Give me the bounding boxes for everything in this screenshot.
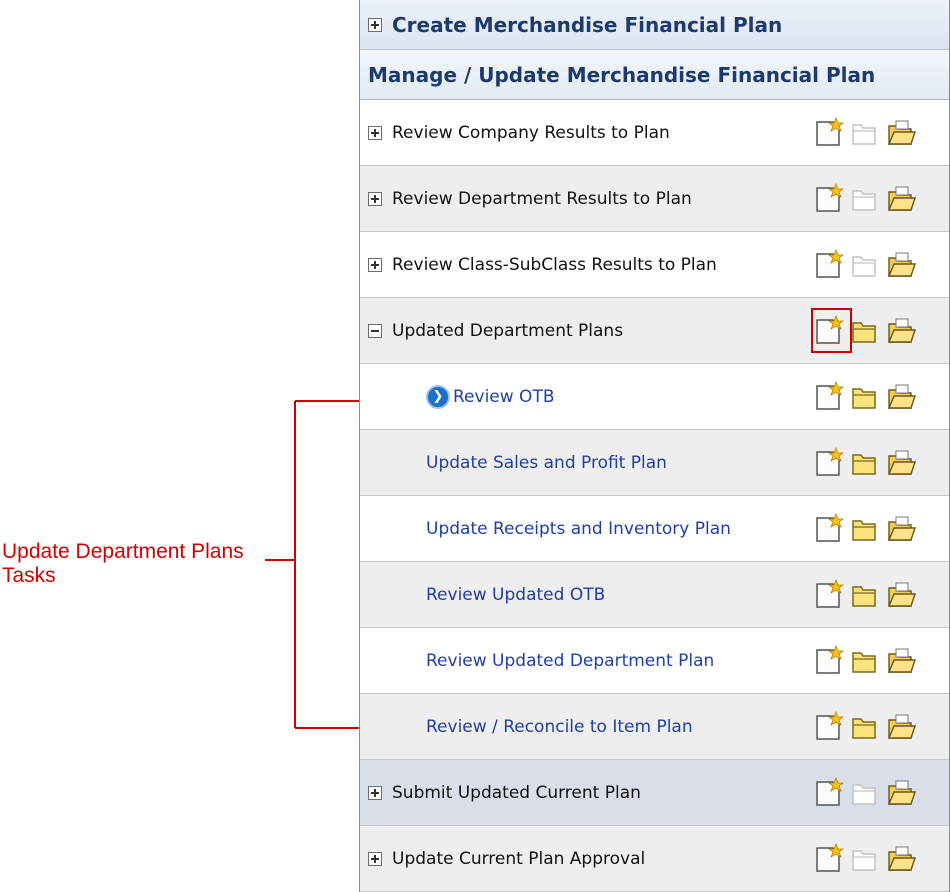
new-workbook-icon[interactable] <box>812 381 844 413</box>
step-row[interactable]: Review Department Results to Plan <box>360 166 949 232</box>
open-workbook-icon[interactable] <box>849 315 881 347</box>
task-link[interactable]: Update Sales and Profit Plan <box>426 453 667 473</box>
step-row[interactable]: Review Class-SubClass Results to Plan <box>360 232 949 298</box>
section-title: Manage / Update Merchandise Financial Pl… <box>368 62 876 87</box>
task-row[interactable]: Review / Reconcile to Item Plan <box>360 694 949 760</box>
open-workbook-icon[interactable] <box>849 513 881 545</box>
step-label: Updated Department Plans <box>392 320 624 341</box>
open-folder-icon[interactable] <box>886 117 918 149</box>
row-actions <box>812 117 918 149</box>
new-workbook-icon[interactable] <box>812 447 844 479</box>
new-workbook-icon[interactable] <box>812 513 844 545</box>
step-label: Review Class-SubClass Results to Plan <box>392 254 717 275</box>
open-workbook-icon <box>849 249 881 281</box>
expand-icon[interactable] <box>368 191 382 206</box>
new-workbook-icon[interactable] <box>812 645 844 677</box>
task-link[interactable]: Review OTB <box>453 387 555 407</box>
open-workbook-icon <box>849 843 881 875</box>
row-actions <box>812 183 918 215</box>
expand-icon[interactable] <box>368 785 382 800</box>
task-link[interactable]: Update Receipts and Inventory Plan <box>426 519 731 539</box>
open-workbook-icon[interactable] <box>849 447 881 479</box>
task-list: Review Company Results to Plan Review Dep… <box>360 100 949 892</box>
step-label: Review Company Results to Plan <box>392 122 670 143</box>
open-folder-icon[interactable] <box>886 513 918 545</box>
open-folder-icon[interactable] <box>886 249 918 281</box>
step-label: Update Current Plan Approval <box>392 848 646 869</box>
section-title: Create Merchandise Financial Plan <box>392 12 783 37</box>
callout-label: Update Department Plans Tasks <box>2 540 244 587</box>
new-workbook-icon[interactable] <box>812 579 844 611</box>
task-row[interactable]: Update Receipts and Inventory Plan <box>360 496 949 562</box>
highlight-box <box>811 308 852 353</box>
task-link[interactable]: Review Updated OTB <box>426 585 605 605</box>
new-workbook-icon[interactable] <box>812 711 844 743</box>
callout-bracket <box>265 400 398 729</box>
step-row[interactable]: Submit Updated Current Plan <box>360 760 949 826</box>
task-row[interactable]: ❯ Review OTB <box>360 364 949 430</box>
section-create-plan[interactable]: Create Merchandise Financial Plan <box>360 0 949 50</box>
open-folder-icon[interactable] <box>886 315 918 347</box>
open-folder-icon[interactable] <box>886 447 918 479</box>
task-row[interactable]: Update Sales and Profit Plan <box>360 430 949 496</box>
task-panel: Create Merchandise Financial Plan Manage… <box>359 0 950 892</box>
row-actions <box>812 843 918 875</box>
row-actions <box>812 645 918 677</box>
new-workbook-icon[interactable] <box>812 843 844 875</box>
open-folder-icon[interactable] <box>886 183 918 215</box>
step-row[interactable]: Review Company Results to Plan <box>360 100 949 166</box>
open-workbook-icon <box>849 117 881 149</box>
row-actions <box>812 579 918 611</box>
row-actions <box>812 513 918 545</box>
task-row[interactable]: Review Updated Department Plan <box>360 628 949 694</box>
new-workbook-icon[interactable] <box>812 117 844 149</box>
expand-icon[interactable] <box>368 125 382 140</box>
section-manage-plan[interactable]: Manage / Update Merchandise Financial Pl… <box>360 50 949 100</box>
open-workbook-icon <box>849 777 881 809</box>
open-workbook-icon[interactable] <box>849 645 881 677</box>
step-label: Review Department Results to Plan <box>392 188 692 209</box>
collapse-icon[interactable] <box>368 323 382 338</box>
task-link[interactable]: Review / Reconcile to Item Plan <box>426 717 693 737</box>
open-folder-icon[interactable] <box>886 579 918 611</box>
task-row[interactable]: Review Updated OTB <box>360 562 949 628</box>
expand-icon[interactable] <box>368 851 382 866</box>
step-label: Submit Updated Current Plan <box>392 782 641 803</box>
task-link[interactable]: Review Updated Department Plan <box>426 651 714 671</box>
new-workbook-icon[interactable] <box>812 249 844 281</box>
row-actions <box>812 711 918 743</box>
step-row[interactable]: Updated Department Plans <box>360 298 949 364</box>
open-workbook-icon[interactable] <box>849 381 881 413</box>
expand-icon[interactable] <box>368 257 382 272</box>
open-workbook-icon[interactable] <box>849 711 881 743</box>
step-row[interactable]: Update Current Plan Approval <box>360 826 949 892</box>
open-folder-icon[interactable] <box>886 645 918 677</box>
open-folder-icon[interactable] <box>886 381 918 413</box>
row-actions <box>812 249 918 281</box>
row-actions <box>812 447 918 479</box>
open-folder-icon[interactable] <box>886 843 918 875</box>
new-workbook-icon[interactable] <box>812 777 844 809</box>
new-workbook-icon[interactable] <box>812 183 844 215</box>
open-folder-icon[interactable] <box>886 711 918 743</box>
open-folder-icon[interactable] <box>886 777 918 809</box>
row-actions <box>812 381 918 413</box>
row-actions <box>812 777 918 809</box>
current-step-icon: ❯ <box>426 384 450 409</box>
open-workbook-icon <box>849 183 881 215</box>
open-workbook-icon[interactable] <box>849 579 881 611</box>
expand-icon[interactable] <box>368 17 382 32</box>
